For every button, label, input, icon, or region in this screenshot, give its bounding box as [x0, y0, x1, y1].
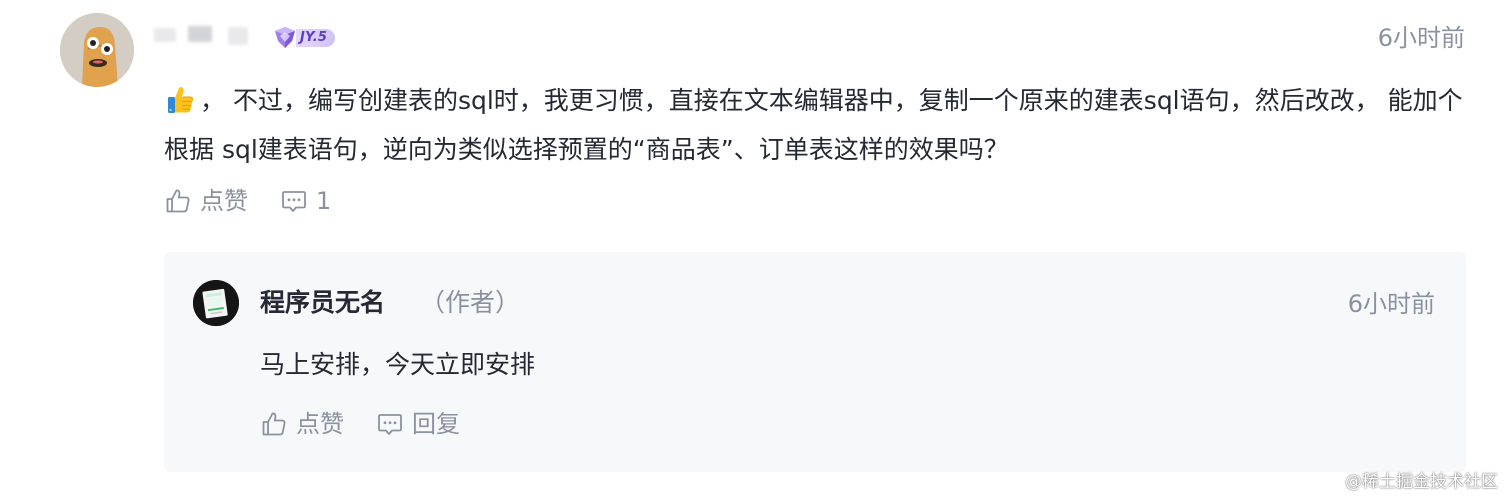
reply-count: 1 [316, 187, 332, 215]
comment-content: ， 不过，编写创建表的sql时，我更习惯，直接在文本编辑器中，复制一个原来的建表… [164, 80, 1484, 171]
like-label: 点赞 [200, 187, 248, 215]
level-label: JY.5 [296, 29, 336, 47]
comment-text: ， 不过，编写创建表的sql时，我更习惯，直接在文本编辑器中，复制一个原来的建表… [164, 86, 1463, 164]
reply-label: 回复 [412, 410, 460, 438]
level-gem-icon [275, 27, 295, 48]
level-badge[interactable]: JY.5 [272, 26, 336, 50]
reply-container: 程序员无名 （作者） 6小时前 马上安排，今天立即安排 点赞 回复 [164, 252, 1466, 472]
commenter-avatar[interactable] [60, 13, 134, 87]
comment-count-button[interactable]: 1 [280, 184, 331, 218]
reply-time: 6小时前 [1347, 290, 1435, 318]
reply-like-label: 点赞 [296, 410, 344, 438]
reply-like-button[interactable]: 点赞 [260, 407, 344, 441]
thumbs-up-icon [166, 189, 190, 213]
reply-text: 马上安排，今天立即安排 [260, 350, 536, 379]
commenter-name-redacted[interactable] [154, 24, 250, 46]
comment-actions: 点赞 1 [164, 184, 331, 218]
author-tag: （作者） [420, 288, 521, 317]
reply-author-avatar[interactable] [193, 280, 239, 326]
comment-bubble-icon [378, 414, 402, 435]
thumbs-up-emoji [164, 84, 196, 129]
comment-time: 6小时前 [1377, 24, 1465, 52]
watermark: @稀土掘金技术社区 [1345, 472, 1498, 492]
like-button[interactable]: 点赞 [164, 184, 248, 218]
reply-actions: 点赞 回复 [260, 407, 460, 441]
reply-author-name[interactable]: 程序员无名 [260, 286, 385, 320]
comment-thread: JY.5 6小时前 ， 不过，编写创建表的sql时，我更习惯，直接在文本编辑器中… [0, 0, 1512, 500]
thumbs-up-icon [262, 412, 286, 436]
reply-button[interactable]: 回复 [376, 407, 460, 441]
comment-bubble-icon [282, 191, 306, 212]
